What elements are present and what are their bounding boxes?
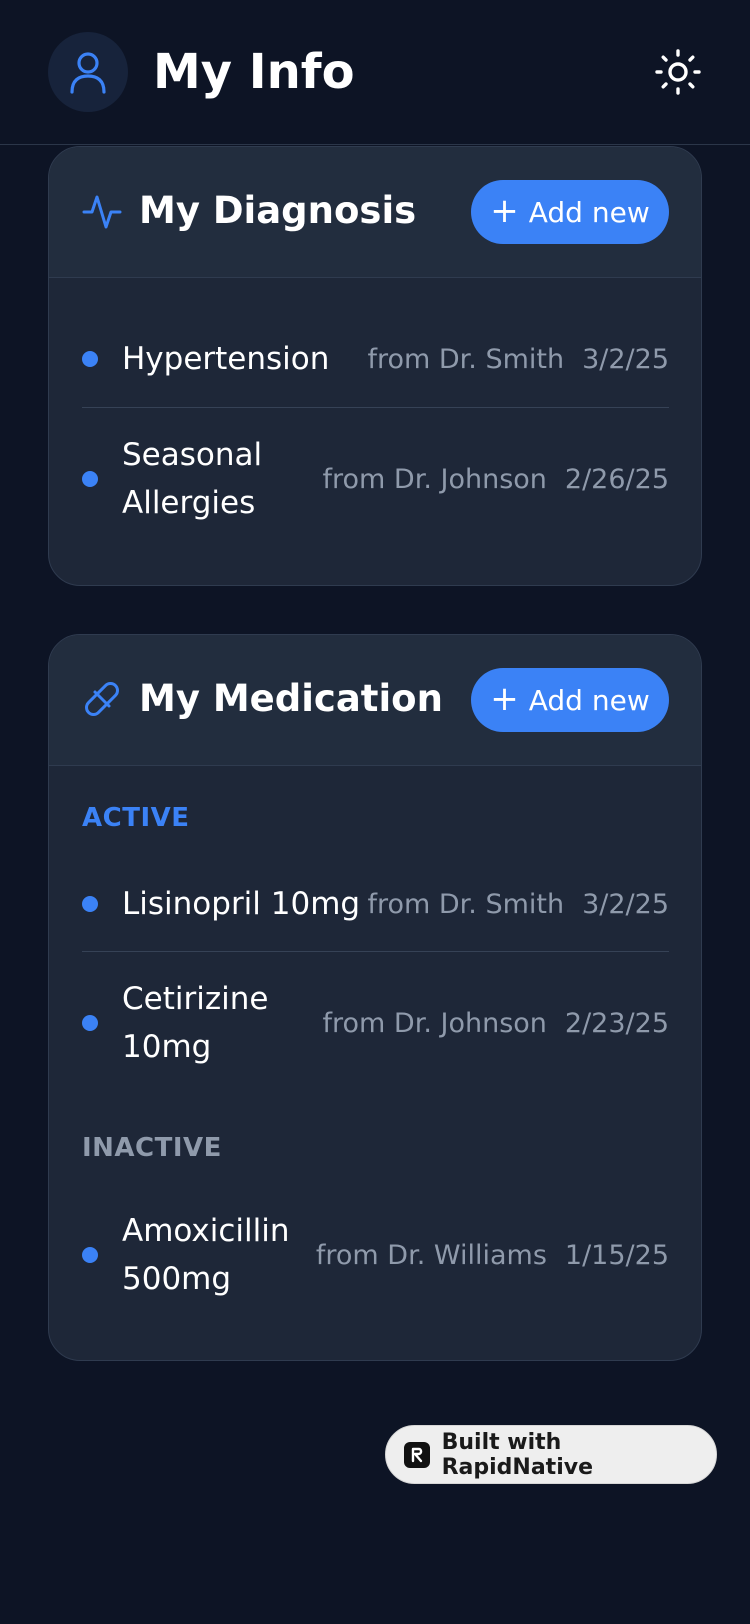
user-icon [70, 52, 106, 94]
divider [82, 407, 669, 408]
add-medication-button[interactable]: + Add new [471, 668, 669, 732]
bullet-dot [82, 471, 98, 487]
activity-icon [82, 195, 122, 229]
theme-toggle-button[interactable] [652, 46, 704, 98]
rapidnative-logo-icon [404, 1441, 430, 1468]
plus-icon: + [490, 678, 519, 719]
medication-name: Cetirizine 10mg [122, 981, 269, 1065]
doctor-text: from Dr. Johnson [322, 463, 547, 495]
avatar[interactable] [48, 32, 128, 112]
doctor-text: from Dr. Johnson [322, 1007, 547, 1039]
date-text: 1/15/25 [564, 1239, 669, 1271]
app-header: My Info [0, 0, 750, 145]
list-item[interactable]: Lisinopril 10mg from Dr. Smith 3/2/25 [82, 880, 669, 928]
bullet-dot [82, 896, 98, 912]
add-diagnosis-button[interactable]: + Add new [471, 180, 669, 244]
badge-label: Built with RapidNative [441, 1429, 593, 1480]
list-item[interactable]: Cetirizine 10mg from Dr. Johnson 2/23/25 [82, 975, 669, 1071]
built-with-badge[interactable]: Built with RapidNative [385, 1425, 717, 1484]
diagnosis-title: My Diagnosis [139, 189, 417, 232]
date-text: 3/2/25 [582, 888, 669, 920]
bullet-dot [82, 1247, 98, 1263]
divider [82, 951, 669, 952]
medication-name: Lisinopril 10mg [122, 886, 361, 922]
medication-card: My Medication + Add new ACTIVE Lisinopri… [48, 634, 702, 1361]
inactive-section-label: INACTIVE [82, 1133, 222, 1163]
diagnosis-card-header: My Diagnosis + Add new [49, 147, 701, 278]
medication-title: My Medication [139, 677, 443, 720]
diagnosis-name: Seasonal Allergies [122, 437, 263, 521]
medication-name: Amoxicillin 500mg [122, 1213, 290, 1297]
add-diagnosis-label: Add new [528, 195, 650, 229]
add-medication-label: Add new [528, 683, 650, 717]
sun-icon [655, 49, 701, 95]
plus-icon: + [490, 190, 519, 231]
medication-card-header: My Medication + Add new [49, 635, 701, 766]
list-item[interactable]: Seasonal Allergies from Dr. Johnson 2/26… [82, 431, 669, 527]
list-item[interactable]: Amoxicillin 500mg from Dr. Williams 1/15… [82, 1207, 669, 1303]
doctor-text: from Dr. Williams [315, 1239, 547, 1271]
list-item[interactable]: Hypertension from Dr. Smith 3/2/25 [82, 335, 669, 383]
bullet-dot [82, 1015, 98, 1031]
pill-icon [85, 682, 119, 716]
bullet-dot [82, 351, 98, 367]
doctor-text: from Dr. Smith [367, 888, 565, 920]
doctor-text: from Dr. Smith [367, 343, 565, 375]
diagnosis-name: Hypertension [122, 341, 330, 377]
date-text: 2/23/25 [564, 1007, 669, 1039]
date-text: 3/2/25 [582, 343, 669, 375]
page-title: My Info [153, 44, 355, 100]
diagnosis-card: My Diagnosis + Add new Hypertension from… [48, 146, 702, 586]
active-section-label: ACTIVE [82, 803, 190, 833]
date-text: 2/26/25 [564, 463, 669, 495]
